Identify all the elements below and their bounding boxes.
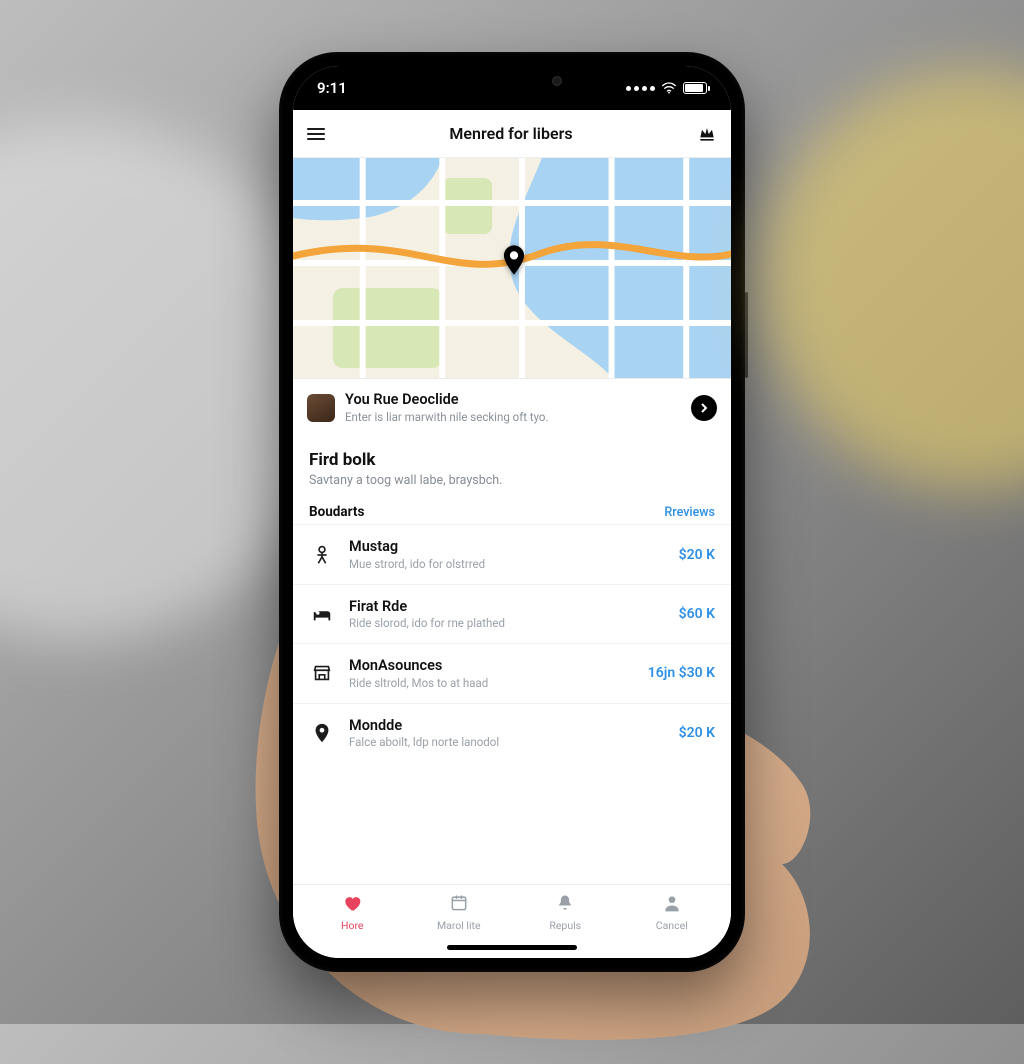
calendar-icon — [449, 893, 469, 916]
row-subtitle: Ride slorod, ido for rne plathed — [349, 616, 665, 630]
list-item[interactable]: Mondde Falce aboilt, ldp norte lanodol $… — [293, 703, 731, 762]
list-item[interactable]: MonAsounces Ride sltrold, Mos to at haad… — [293, 643, 731, 702]
map-view[interactable] — [293, 158, 731, 388]
row-subtitle: Mue strord, ido for olstrred — [349, 557, 665, 571]
list-header-title: Boudarts — [309, 504, 364, 520]
section-subtitle: Savtany a toog wall labe, braysbch. — [309, 473, 715, 488]
bed-icon — [309, 603, 335, 625]
person-icon — [309, 544, 335, 566]
battery-icon — [683, 82, 707, 94]
signal-dots-icon — [626, 86, 655, 91]
menu-icon[interactable] — [307, 125, 325, 143]
row-price: $20 K — [679, 547, 715, 563]
phone-screen: 9:11 Menred for libers — [293, 66, 731, 958]
row-title: Mustag — [349, 538, 665, 555]
chevron-right-icon[interactable] — [691, 395, 717, 421]
tab-bar: Hore Marol lite Repuls Cancel — [293, 884, 731, 958]
app-header: Menred for libers — [293, 110, 731, 158]
notch — [422, 66, 602, 96]
bell-icon — [555, 893, 575, 916]
crown-icon[interactable] — [697, 124, 717, 144]
list-header: Boudarts Rreviews — [293, 494, 731, 524]
user-icon — [662, 893, 682, 916]
banner-subtitle: Enter is liar marwith nile secking oft t… — [345, 410, 681, 424]
tab-marol[interactable]: Marol lite — [406, 893, 513, 932]
row-price: 16jn $30 K — [648, 665, 715, 681]
store-icon — [309, 662, 335, 684]
status-icons — [626, 82, 707, 94]
tab-label: Hore — [341, 919, 364, 932]
row-title: MonAsounces — [349, 657, 634, 674]
tab-label: Repuls — [549, 919, 581, 932]
phone-frame: 9:11 Menred for libers — [279, 52, 745, 972]
reviews-link[interactable]: Rreviews — [664, 505, 715, 520]
tab-cancel[interactable]: Cancel — [619, 893, 726, 932]
section-title: Fird bolk — [309, 450, 715, 470]
banner-avatar — [307, 394, 335, 422]
notice-banner[interactable]: You Rue Deoclide Enter is liar marwith n… — [293, 378, 731, 436]
pin-icon — [309, 722, 335, 744]
wifi-icon — [661, 82, 677, 94]
row-price: $20 K — [679, 725, 715, 741]
list-item[interactable]: Firat Rde Ride slorod, ido for rne plath… — [293, 584, 731, 643]
home-indicator — [447, 945, 577, 950]
tab-label: Cancel — [656, 919, 688, 932]
map-pin-icon — [503, 245, 525, 275]
row-title: Mondde — [349, 717, 665, 734]
tab-label: Marol lite — [437, 919, 481, 932]
banner-title: You Rue Deoclide — [345, 391, 681, 408]
results-list: Mustag Mue strord, ido for olstrred $20 … — [293, 524, 731, 884]
row-subtitle: Falce aboilt, ldp norte lanodol — [349, 735, 665, 749]
row-subtitle: Ride sltrold, Mos to at haad — [349, 676, 634, 690]
section-heading: Fird bolk Savtany a toog wall labe, bray… — [293, 436, 731, 494]
heart-icon — [342, 893, 362, 916]
list-item[interactable]: Mustag Mue strord, ido for olstrred $20 … — [293, 524, 731, 583]
row-title: Firat Rde — [349, 598, 665, 615]
status-time: 9:11 — [317, 79, 347, 97]
tab-repuls[interactable]: Repuls — [512, 893, 619, 932]
header-title: Menred for libers — [449, 124, 572, 143]
tab-home[interactable]: Hore — [299, 893, 406, 932]
row-price: $60 K — [679, 606, 715, 622]
